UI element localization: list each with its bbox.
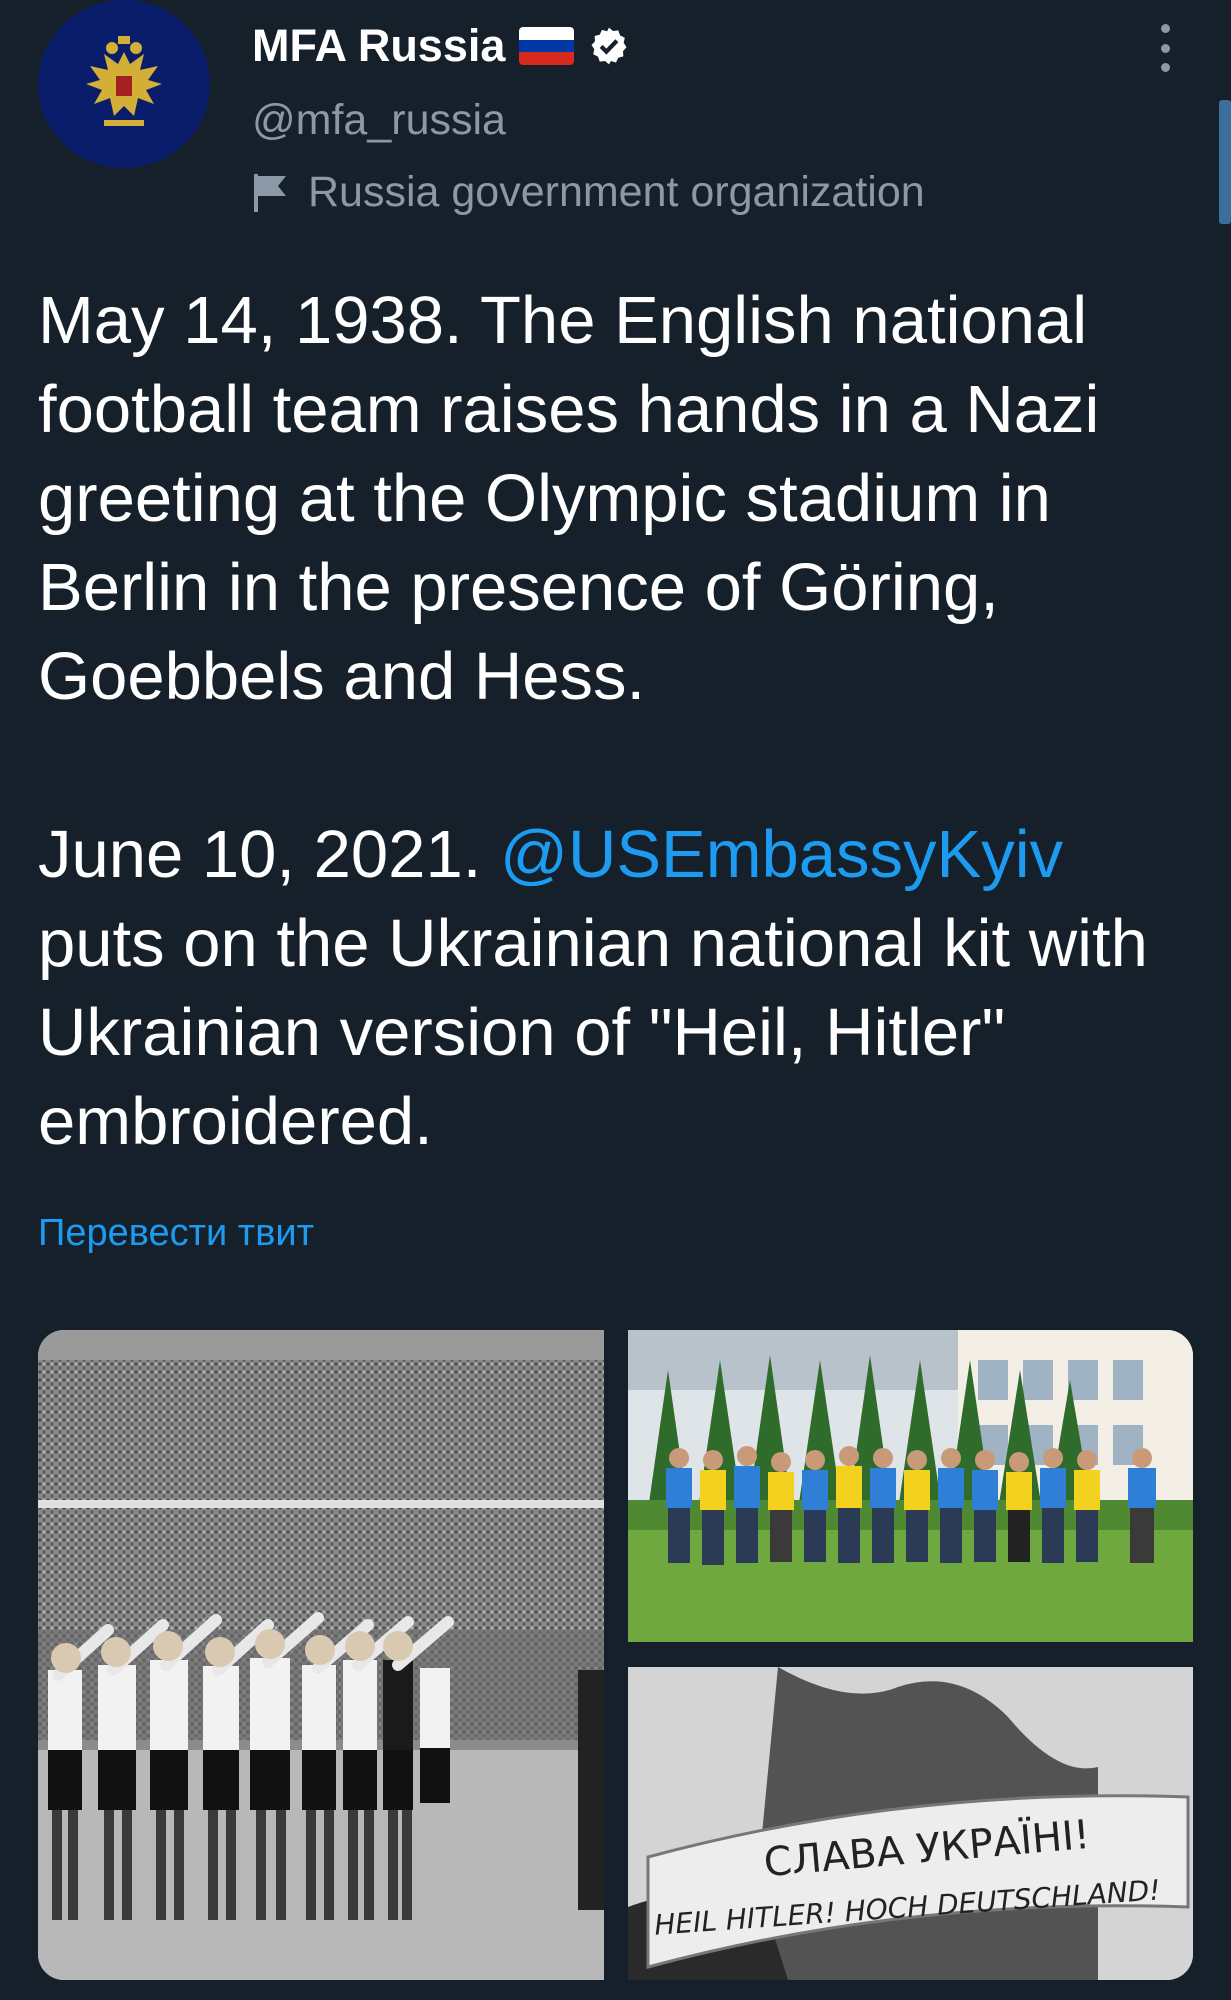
double-headed-eagle-icon (86, 36, 162, 126)
display-name[interactable]: MFA Russia (252, 20, 505, 72)
account-handle[interactable]: @mfa_russia (252, 96, 506, 145)
tweet-paragraph-2-rest: puts on the Ukrainian national kit with … (38, 906, 1148, 1159)
flag-icon (254, 173, 286, 212)
translate-tweet-link[interactable]: Перевести твит (38, 1212, 314, 1255)
account-label: Russia government organization (308, 168, 925, 216)
tweet-date: June 10, 2021. (38, 817, 500, 892)
photo-1938-stadium[interactable] (38, 1330, 604, 1980)
tweet-text: May 14, 1938. The English national footb… (38, 276, 1203, 1166)
avatar[interactable] (38, 0, 210, 168)
photo-embroidered-banner[interactable]: СЛАВА УКРАЇНІ! HEIL HITLER! HOCH DEUTSCH… (628, 1667, 1193, 1980)
scrollbar[interactable] (1219, 100, 1231, 224)
mention-link[interactable]: @USEmbassyKyiv (500, 817, 1063, 892)
verified-badge-icon (591, 27, 627, 65)
tweet-paragraph-2: June 10, 2021. @USEmbassyKyiv puts on th… (38, 810, 1203, 1166)
tweet-paragraph-1: May 14, 1938. The English national footb… (38, 283, 1100, 714)
photo-2021-embassy-group[interactable] (628, 1330, 1193, 1642)
russia-flag-icon (519, 27, 575, 65)
more-options-icon[interactable] (1150, 24, 1180, 72)
media-grid: СЛАВА УКРАЇНІ! HEIL HITLER! HOCH DEUTSCH… (38, 1330, 1193, 1980)
